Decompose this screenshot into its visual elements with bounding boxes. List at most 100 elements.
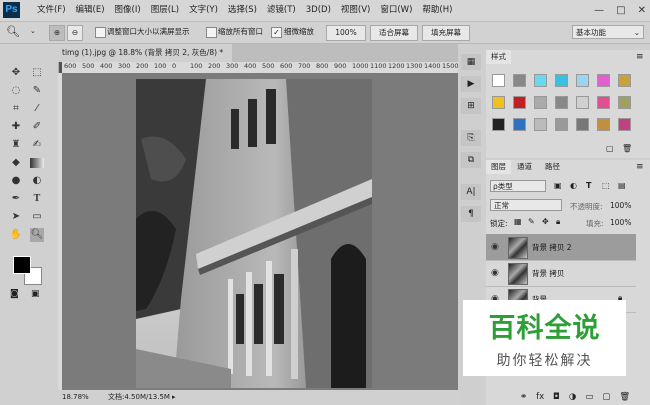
menu-layer[interactable]: 图层(L) [146,0,184,21]
panel-menu-icon[interactable]: ≡ [636,52,644,62]
character-panel-icon[interactable]: A| [461,184,481,200]
gradient-tool-icon[interactable] [30,158,44,168]
menu-help[interactable]: 帮助(H) [417,0,457,21]
menu-edit[interactable]: 编辑(E) [71,0,110,21]
menu-window[interactable]: 窗口(W) [375,0,417,21]
crop-tool-icon[interactable]: ⌗ [9,102,23,116]
blend-mode-select[interactable]: 正常 [490,199,562,211]
style-swatch[interactable] [618,74,631,87]
blur-tool-icon[interactable]: ● [9,174,23,188]
lock-transparent-icon[interactable]: ▦ [514,217,522,226]
layer-row[interactable]: ◉ 背景 拷贝 2 [486,234,636,261]
shape-tool-icon[interactable]: ▭ [30,210,44,224]
menu-3d[interactable]: 3D(D) [301,0,336,21]
maximize-button[interactable]: □ [616,5,625,16]
history-brush-icon[interactable]: ✍ [30,138,44,152]
zoom-tool-icon[interactable]: 🔍︎ [6,25,20,38]
link-layers-icon[interactable]: ⚭ [520,392,527,402]
style-swatch[interactable] [513,118,526,131]
lock-pixels-icon[interactable]: ✎ [528,217,535,226]
minimize-button[interactable]: — [594,5,604,16]
filter-pixel-icon[interactable]: ▣ [554,181,562,190]
layer-row[interactable]: ◉ 背景 拷贝 [486,260,636,287]
style-swatch[interactable] [618,118,631,131]
path-select-icon[interactable]: ➤ [9,210,23,224]
style-swatch[interactable] [534,96,547,109]
fill-input[interactable]: 100% [610,218,631,227]
eraser-icon[interactable]: ◆ [9,156,23,170]
style-swatch[interactable] [513,74,526,87]
style-swatch[interactable] [597,118,610,131]
zoom-all-checkbox[interactable] [206,27,217,38]
style-swatch[interactable] [618,96,631,109]
style-swatch[interactable] [555,96,568,109]
scrubby-zoom-checkbox[interactable]: ✓ [271,27,282,38]
delete-style-icon[interactable]: 🗑︎ [622,144,632,153]
menu-file[interactable]: 文件(F) [32,0,71,21]
delete-layer-icon[interactable]: 🗑︎ [619,392,630,402]
paragraph-panel-icon[interactable]: ¶ [461,206,481,222]
play-icon[interactable]: ▶ [461,76,481,92]
adjustment-layer-icon[interactable]: ◑ [569,392,576,402]
style-swatch[interactable] [597,96,610,109]
new-style-icon[interactable]: ▢ [606,144,614,153]
tab-styles[interactable]: 样式 [486,50,511,64]
fx-icon[interactable]: fx [536,392,544,402]
style-swatch[interactable] [492,74,505,87]
new-layer-icon[interactable]: ▢ [602,392,610,402]
filter-type-icon[interactable]: T [586,181,591,190]
hand-tool-icon[interactable]: ✋ [9,228,23,242]
opacity-input[interactable]: 100% [610,201,631,210]
zoom-tool-icon[interactable]: 🔍︎ [30,228,44,242]
document-image[interactable] [136,79,372,388]
layer-filter-select[interactable]: ρ类型 [490,180,546,192]
style-swatch[interactable] [555,74,568,87]
zoom-100-button[interactable]: 100% [326,25,366,41]
chevron-right-icon[interactable]: ▸ [172,390,176,405]
filter-smart-icon[interactable]: ▤ [618,181,626,190]
filter-shape-icon[interactable]: ⬚ [602,181,610,190]
zoom-in-icon[interactable]: ⊕ [49,25,65,41]
lock-all-icon[interactable]: 🔒︎ [556,217,560,227]
style-swatch[interactable] [576,118,589,131]
resize-windows-checkbox[interactable] [95,27,106,38]
filter-adjust-icon[interactable]: ◐ [570,181,577,190]
foreground-color-swatch[interactable] [13,256,31,274]
tab-paths[interactable]: 路径 [540,160,565,174]
healing-brush-icon[interactable]: ✚ [9,120,23,134]
fit-screen-button[interactable]: 适合屏幕 [370,25,418,41]
brush-tool-icon[interactable]: ✐ [30,120,44,134]
add-mask-icon[interactable]: ◘ [553,392,560,402]
document-tab[interactable]: timg (1).jpg @ 18.8% (背景 拷贝 2, 灰色/8) * × [58,44,232,75]
style-swatch[interactable] [555,118,568,131]
clone-stamp-icon[interactable]: ♜ [9,138,23,152]
style-swatch[interactable] [576,74,589,87]
eye-icon[interactable]: ◉ [491,242,499,252]
eye-icon[interactable]: ◉ [491,268,499,278]
close-button[interactable]: ✕ [638,5,646,16]
style-swatch[interactable] [492,96,505,109]
style-swatch[interactable] [576,96,589,109]
workspace-select[interactable]: 基本功能 ⌄ [572,25,644,39]
tab-channels[interactable]: 通道 [512,160,537,174]
style-swatch[interactable] [534,118,547,131]
quick-mask-icon[interactable]: ◙ [10,289,19,299]
marquee-tool-icon[interactable]: ⬚ [30,66,44,80]
type-tool-icon[interactable]: T [30,192,44,206]
eyedropper-icon[interactable]: ⁄ [30,102,44,116]
panel-menu-icon[interactable]: ≡ [636,162,644,172]
menu-select[interactable]: 选择(S) [223,0,262,21]
new-group-icon[interactable]: ▭ [585,392,593,402]
screen-mode-icon[interactable]: ▣ [31,289,40,299]
fill-screen-button[interactable]: 填充屏幕 [422,25,470,41]
tab-layers[interactable]: 图层 [486,160,511,174]
style-swatch[interactable] [492,118,505,131]
history-panel-icon[interactable]: ⎘ [461,130,481,146]
zoom-level[interactable]: 18.78% [62,390,89,405]
zoom-out-icon[interactable]: ⊖ [67,25,83,41]
quick-select-icon[interactable]: ✎ [30,84,44,98]
menu-filter[interactable]: 滤镜(T) [262,0,301,21]
properties-panel-icon[interactable]: ⧉ [461,152,481,168]
pen-tool-icon[interactable]: ✒ [9,192,23,206]
color-panel-icon[interactable]: ▦ [461,54,481,70]
